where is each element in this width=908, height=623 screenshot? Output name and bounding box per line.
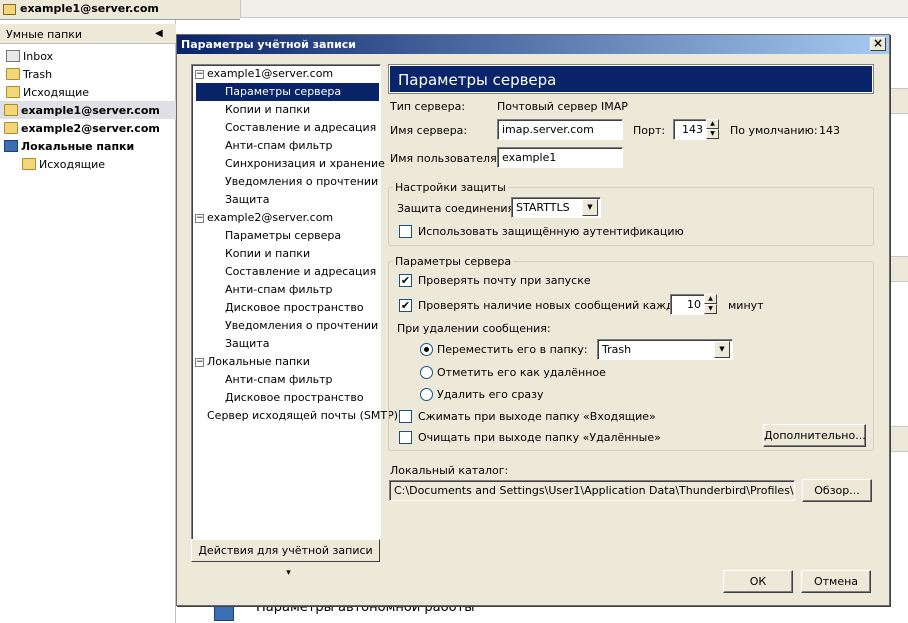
- folder-item-local-outbox[interactable]: Исходящие: [22, 155, 105, 173]
- spin-down-icon[interactable]: ▼: [704, 304, 717, 314]
- tree-item-account2[interactable]: example2@server.com: [207, 209, 333, 227]
- delete-immediately-label[interactable]: Удалить его сразу: [437, 388, 544, 401]
- dropdown-arrow-icon[interactable]: ▼: [714, 341, 730, 358]
- tree-item-smtp[interactable]: Сервер исходящей почты (SMTP): [207, 407, 398, 425]
- account-icon: [4, 104, 18, 116]
- tree-item-local-folders[interactable]: Локальные папки: [207, 353, 310, 371]
- close-icon[interactable]: ×: [870, 37, 886, 51]
- secure-auth-label[interactable]: Использовать защищённую аутентификацию: [418, 225, 684, 238]
- compact-inbox-checkbox[interactable]: [399, 410, 412, 423]
- spin-up-icon[interactable]: ▲: [706, 119, 719, 129]
- move-to-folder-label[interactable]: Переместить его в папку:: [437, 343, 588, 356]
- check-on-start-checkbox[interactable]: ✔: [399, 274, 412, 287]
- trash-folder-select[interactable]: Trash: [597, 339, 733, 360]
- spin-down-icon[interactable]: ▼: [706, 129, 719, 139]
- folder-pane-header[interactable]: Умные папки ◀: [0, 24, 176, 44]
- check-on-start-label[interactable]: Проверять почту при запуске: [418, 274, 591, 287]
- tree-item-sync[interactable]: Синхронизация и хранение: [225, 155, 385, 173]
- tree-item-server-settings[interactable]: Параметры сервера: [196, 83, 379, 101]
- minutes-label: минут: [728, 299, 764, 312]
- check-interval-input[interactable]: 10: [670, 294, 705, 315]
- port-label: Порт:: [633, 124, 666, 137]
- panel-title: Параметры сервера: [388, 64, 874, 94]
- interval-spinner[interactable]: ▲ ▼: [704, 294, 717, 315]
- folder-item-local-folders[interactable]: Локальные папки: [4, 137, 134, 155]
- dropdown-arrow-icon: ▾: [286, 568, 291, 578]
- tree-item-composition[interactable]: Составление и адресация: [225, 119, 376, 137]
- move-to-folder-radio[interactable]: [420, 343, 433, 356]
- port-input[interactable]: 143: [673, 119, 707, 140]
- dialog-title: Параметры учётной записи: [181, 38, 357, 51]
- folder-item-account2[interactable]: example2@server.com: [4, 119, 160, 137]
- account-actions-button[interactable]: Действия для учётной записи ▾: [191, 539, 380, 578]
- inbox-icon: [6, 50, 20, 62]
- compact-inbox-label[interactable]: Сжимать при выходе папку «Входящие»: [418, 410, 656, 423]
- spin-up-icon[interactable]: ▲: [704, 294, 717, 304]
- outbox-folder-icon: [22, 158, 36, 170]
- account-icon: [4, 122, 18, 134]
- tree-item-security[interactable]: Защита: [225, 335, 269, 353]
- account-settings-dialog: Параметры учётной записи × − example1@se…: [176, 34, 890, 606]
- tree-item-junk[interactable]: Анти-спам фильтр: [225, 371, 332, 389]
- default-port-label: По умолчанию:: [730, 124, 818, 137]
- browse-button[interactable]: Обзор...: [802, 479, 872, 502]
- folder-item-outbox[interactable]: Исходящие: [6, 83, 89, 101]
- server-type-value: Почтовый сервер IMAP: [497, 100, 628, 113]
- folder-item-account1[interactable]: example1@server.com: [0, 101, 176, 119]
- cancel-button[interactable]: Отмена: [801, 570, 871, 593]
- security-group-title: Настройки защиты: [393, 181, 508, 194]
- computer-icon: [4, 140, 18, 152]
- empty-trash-label[interactable]: Очищать при выходе папку «Удалённые»: [418, 431, 661, 444]
- username-label: Имя пользователя:: [390, 152, 501, 165]
- server-name-input[interactable]: imap.server.com: [497, 119, 623, 140]
- tree-item-disk-space[interactable]: Дисковое пространство: [225, 389, 364, 407]
- empty-trash-checkbox[interactable]: [399, 431, 412, 444]
- tree-item-security[interactable]: Защита: [225, 191, 269, 209]
- mail-folder-icon: [3, 4, 16, 15]
- username-input[interactable]: example1: [497, 147, 623, 168]
- toolbar-strip: [240, 0, 908, 18]
- tree-item-copies-folders[interactable]: Копии и папки: [225, 101, 310, 119]
- tree-item-junk[interactable]: Анти-спам фильтр: [225, 137, 332, 155]
- connection-security-label: Защита соединения:: [397, 202, 518, 215]
- ok-button[interactable]: ОК: [723, 570, 793, 593]
- local-directory-input[interactable]: C:\Documents and Settings\User1\Applicat…: [389, 480, 795, 501]
- secure-auth-checkbox[interactable]: [399, 225, 412, 238]
- default-port-value: 143: [819, 124, 840, 137]
- delete-immediately-radio[interactable]: [420, 388, 433, 401]
- main-window-titlebar: example1@server.com: [0, 0, 240, 20]
- check-every-label[interactable]: Проверять наличие новых сообщений каждые: [418, 299, 689, 312]
- tree-item-receipts[interactable]: Уведомления о прочтении: [225, 317, 378, 335]
- outbox-folder-icon: [6, 86, 20, 98]
- folder-item-trash[interactable]: Trash: [6, 65, 52, 83]
- check-every-checkbox[interactable]: ✔: [399, 299, 412, 312]
- tree-item-junk[interactable]: Анти-спам фильтр: [225, 281, 332, 299]
- mark-deleted-radio[interactable]: [420, 366, 433, 379]
- mark-deleted-label[interactable]: Отметить его как удалённое: [437, 366, 606, 379]
- dialog-titlebar: Параметры учётной записи ×: [177, 35, 889, 54]
- on-delete-label: При удалении сообщения:: [397, 322, 551, 335]
- collapse-icon[interactable]: −: [195, 358, 204, 367]
- account-tree[interactable]: − example1@server.com Параметры сервера …: [191, 64, 398, 540]
- trash-folder-icon: [6, 68, 20, 80]
- smart-folders-label: Умные папки: [6, 28, 83, 41]
- collapse-icon[interactable]: −: [195, 70, 204, 79]
- dropdown-arrow-icon[interactable]: ▼: [582, 199, 598, 216]
- tree-item-account1[interactable]: example1@server.com: [207, 65, 333, 83]
- server-type-label: Тип сервера:: [390, 100, 466, 113]
- port-spinner[interactable]: ▲ ▼: [706, 119, 719, 140]
- tree-item-copies-folders[interactable]: Копии и папки: [225, 245, 310, 263]
- main-window-title: example1@server.com: [20, 2, 159, 15]
- chevron-left-icon[interactable]: ◀: [155, 28, 163, 39]
- tree-item-receipts[interactable]: Уведомления о прочтении: [225, 173, 378, 191]
- tree-item-composition[interactable]: Составление и адресация: [225, 263, 376, 281]
- folder-item-inbox[interactable]: Inbox: [6, 47, 53, 65]
- tree-item-server-settings[interactable]: Параметры сервера: [225, 227, 341, 245]
- local-directory-label: Локальный каталог:: [390, 464, 509, 477]
- advanced-button[interactable]: Дополнительно...: [763, 424, 866, 447]
- server-settings-group-title: Параметры сервера: [393, 255, 514, 268]
- tree-item-disk-space[interactable]: Дисковое пространство: [225, 299, 364, 317]
- collapse-icon[interactable]: −: [195, 214, 204, 223]
- server-name-label: Имя сервера:: [390, 124, 468, 137]
